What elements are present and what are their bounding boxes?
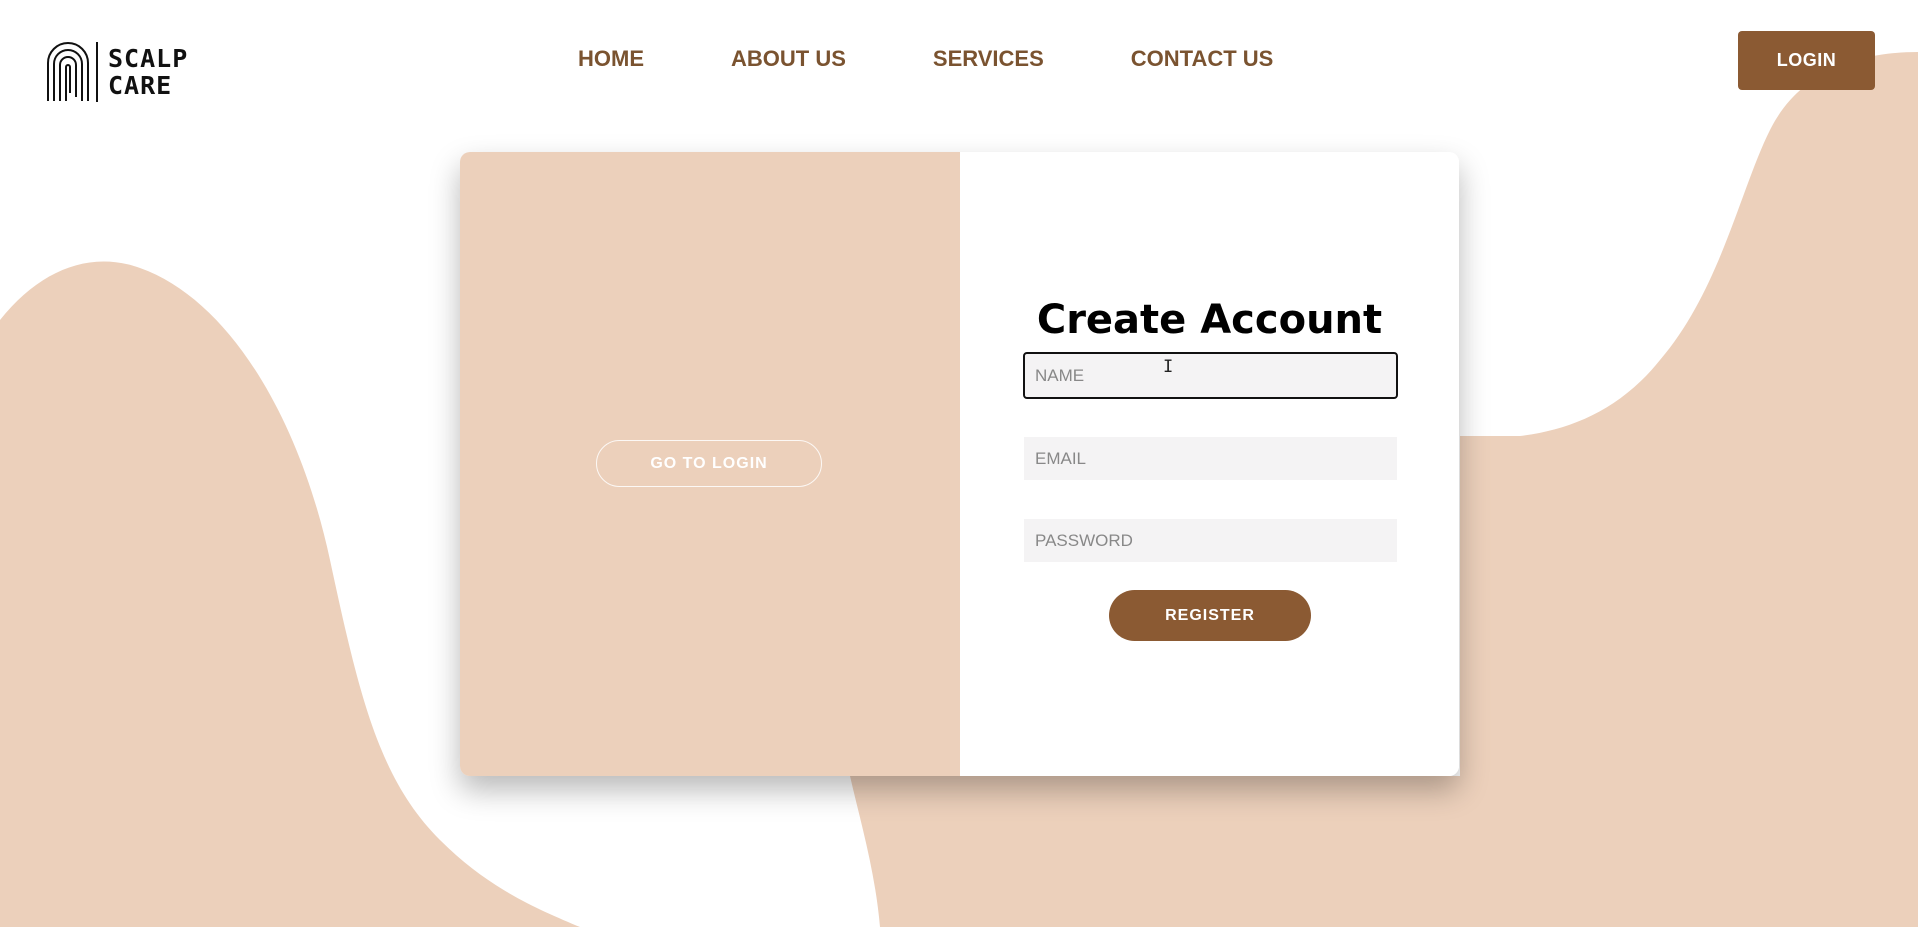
site-header: SCALP CARE HOME ABOUT US SERVICES CONTAC… — [0, 0, 1918, 118]
brand-name: SCALP CARE — [108, 45, 188, 99]
mouse-ibeam-cursor-icon: I — [1163, 357, 1174, 377]
brand-name-line2: CARE — [108, 71, 173, 100]
logo-divider — [96, 42, 98, 102]
card-overlay-panel: GO TO LOGIN — [460, 152, 960, 776]
email-input[interactable] — [1024, 437, 1397, 480]
fingerprint-arch-icon — [47, 42, 89, 101]
nav-about-us[interactable]: ABOUT US — [731, 44, 846, 74]
nav-contact-us[interactable]: CONTACT US — [1131, 44, 1274, 74]
header-login-button[interactable]: LOGIN — [1738, 31, 1875, 90]
name-input[interactable] — [1023, 352, 1398, 399]
nav-home[interactable]: HOME — [578, 44, 644, 74]
go-to-login-button[interactable]: GO TO LOGIN — [596, 440, 822, 487]
nav-services[interactable]: SERVICES — [933, 44, 1044, 74]
auth-card: GO TO LOGIN Create Account REGISTER — [460, 152, 1459, 776]
form-title: Create Account — [1036, 297, 1383, 343]
register-button[interactable]: REGISTER — [1109, 590, 1311, 641]
brand-logo[interactable]: SCALP CARE — [44, 41, 214, 103]
brand-name-line1: SCALP — [108, 44, 189, 73]
password-input[interactable] — [1024, 519, 1397, 562]
main-nav: HOME ABOUT US SERVICES CONTACT US — [578, 44, 1273, 74]
register-form: Create Account REGISTER — [960, 152, 1459, 776]
